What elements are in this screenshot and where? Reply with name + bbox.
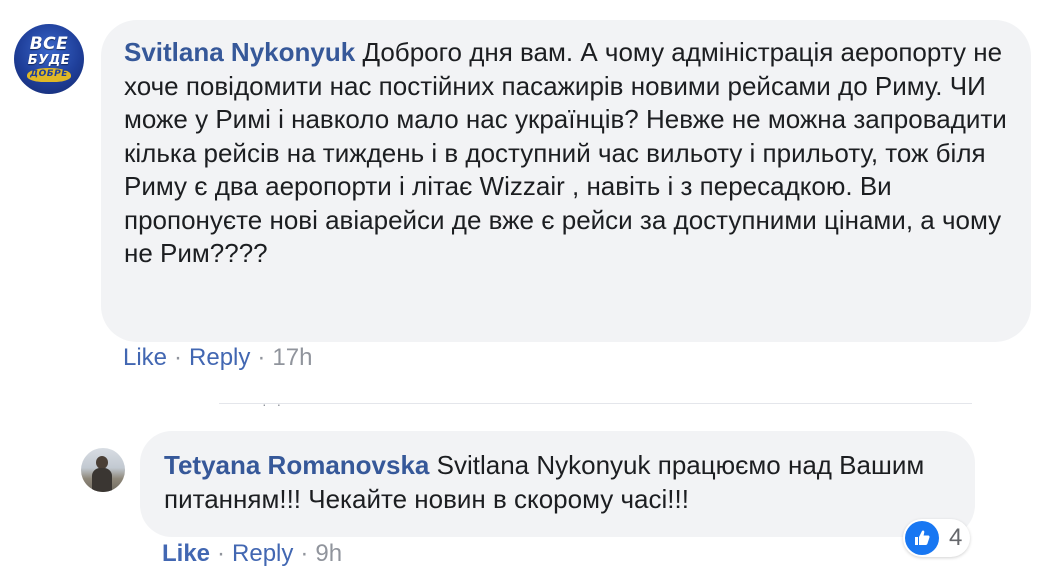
reaction-count: 4 bbox=[949, 524, 963, 551]
avatar-logo-text-3: ДОБРЕ bbox=[30, 69, 68, 79]
avatar-logo-text-1: ВСЕ bbox=[29, 34, 69, 54]
reply-thread-indicator: · · bbox=[262, 396, 285, 412]
like-reaction-icon bbox=[905, 521, 939, 555]
reply-author-avatar[interactable] bbox=[81, 448, 125, 492]
reply-author-name[interactable]: Tetyana Romanovska bbox=[164, 450, 429, 480]
reply-button[interactable]: Reply bbox=[189, 344, 250, 371]
separator-dot: · bbox=[257, 344, 266, 371]
reply-timestamp[interactable]: 9h bbox=[315, 540, 342, 567]
like-button[interactable]: Like bbox=[123, 344, 167, 371]
separator-dot: · bbox=[300, 540, 309, 567]
reply-body: Tetyana Romanovska Svitlana Nykonyuk пра… bbox=[164, 449, 951, 516]
reply-actions: Like · Reply · 9h bbox=[162, 540, 342, 568]
avatar-logo-text-2: БУДЕ bbox=[27, 53, 71, 68]
separator-dot: · bbox=[217, 540, 226, 567]
comment-actions: Like · Reply · 17h bbox=[123, 344, 312, 372]
thumbs-up-icon bbox=[915, 530, 930, 545]
reaction-summary[interactable]: 4 bbox=[903, 519, 971, 557]
comment-text: Доброго дня вам. А чому адміністрація ае… bbox=[124, 37, 1007, 268]
reply-button[interactable]: Reply bbox=[232, 540, 293, 567]
comment-timestamp[interactable]: 17h bbox=[272, 344, 312, 371]
commenter-avatar[interactable]: ВСЕ БУДЕ ДОБРЕ bbox=[14, 24, 84, 94]
comment-body: Svitlana Nykonyuk Доброго дня вам. А чом… bbox=[124, 36, 1007, 271]
comment-author-name[interactable]: Svitlana Nykonyuk bbox=[124, 37, 355, 67]
reply-bubble: Tetyana Romanovska Svitlana Nykonyuk пра… bbox=[140, 431, 975, 537]
comment-bubble: Svitlana Nykonyuk Доброго дня вам. А чом… bbox=[101, 20, 1031, 342]
reply-thread-divider bbox=[219, 403, 972, 404]
avatar-photo-body bbox=[92, 468, 112, 492]
separator-dot: · bbox=[174, 344, 183, 371]
like-button[interactable]: Like bbox=[162, 540, 210, 567]
